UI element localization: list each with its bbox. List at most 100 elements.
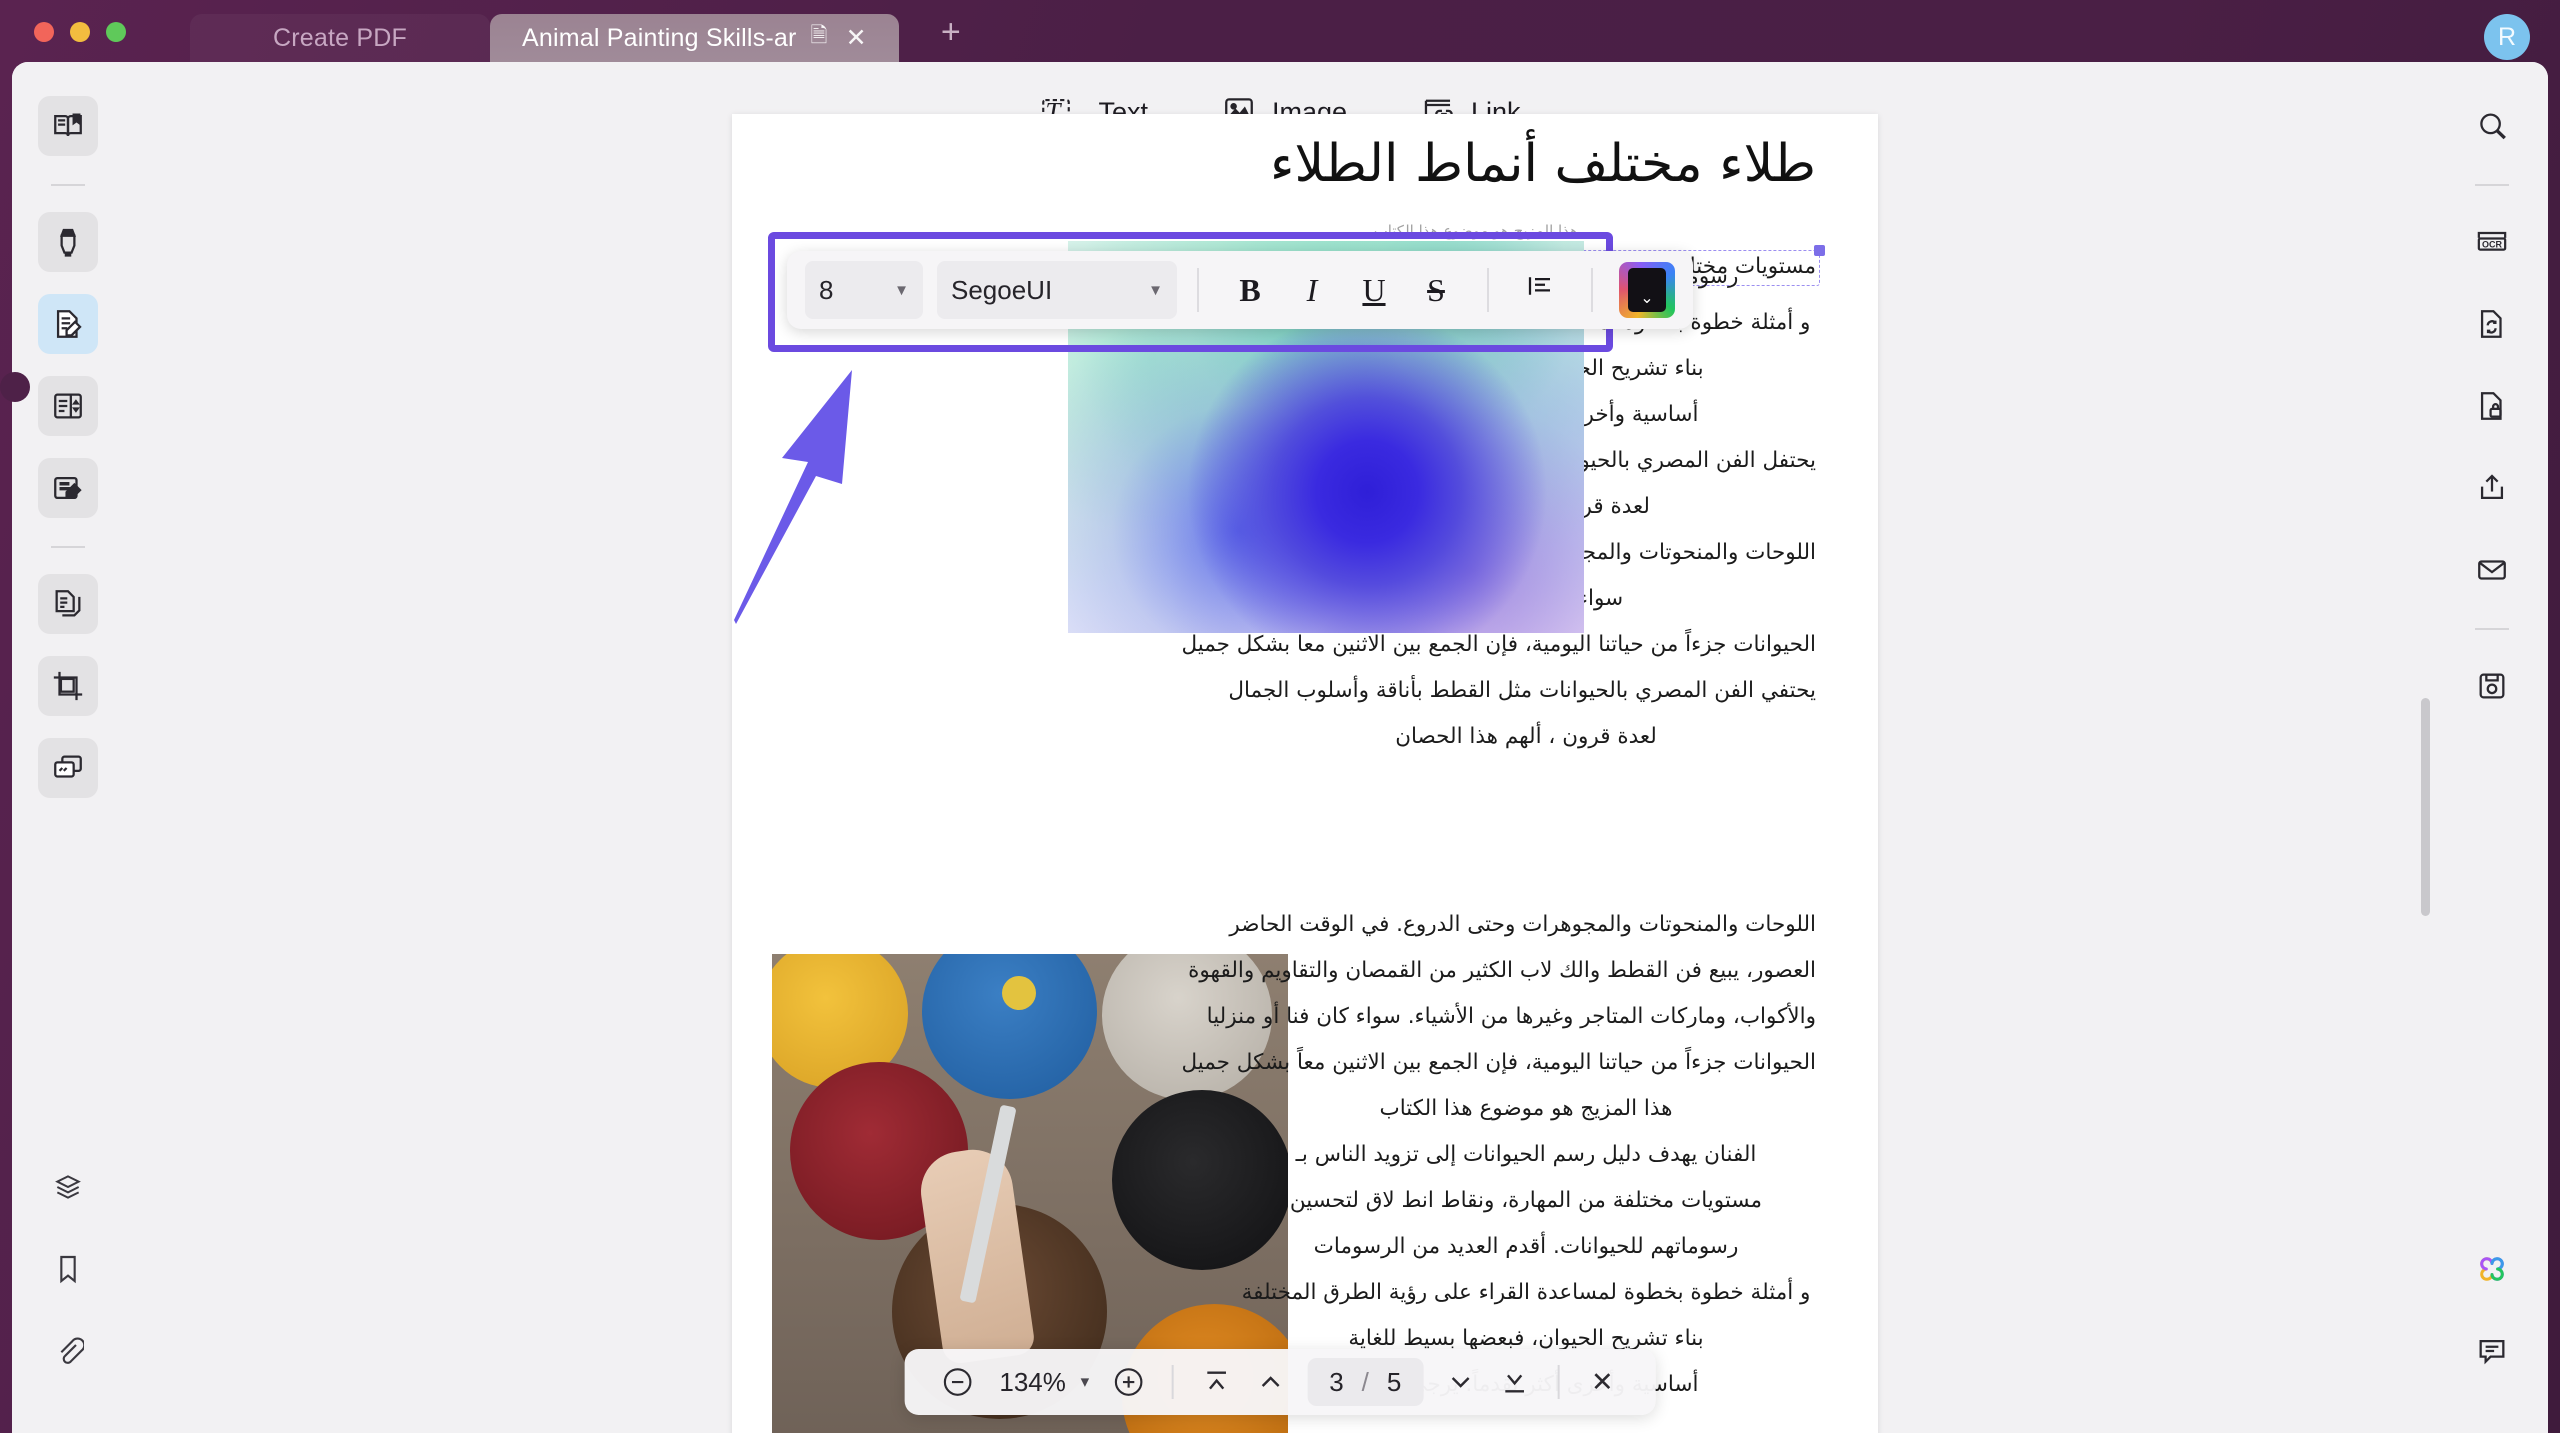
document-icon: 🗎 xyxy=(810,23,828,47)
tab-create-pdf-label: Create PDF xyxy=(273,23,407,52)
previous-page-button[interactable] xyxy=(1243,1355,1297,1409)
next-page-button[interactable] xyxy=(1433,1355,1487,1409)
sidebar-item-crop-tool[interactable] xyxy=(38,656,98,716)
sidebar-item-attachments[interactable] xyxy=(38,1321,98,1381)
comment-icon xyxy=(2475,1334,2509,1368)
tab-animal-painting-skills[interactable]: Animal Painting Skills-ar 🗎 ✕ xyxy=(490,14,899,62)
save-disk-icon xyxy=(2475,669,2509,703)
page-number-field[interactable]: 3 / 5 xyxy=(1307,1358,1424,1406)
close-window-button[interactable] xyxy=(34,22,54,42)
text-line: الفنان يهدف دليل رسم الحيوانات إلى تزويد… xyxy=(1295,1142,1757,1167)
zoom-out-button[interactable] xyxy=(931,1355,985,1409)
bucket-blue xyxy=(922,954,1097,1099)
maximize-window-button[interactable] xyxy=(106,22,126,42)
text-line: يحتفي الفن المصري بالحيوانات مثل القطط ب… xyxy=(1228,678,1816,703)
text-line: العصور، يبيع فن القطط والك لاب الكثير من… xyxy=(1188,958,1816,983)
divider xyxy=(2475,184,2509,186)
avatar[interactable]: R xyxy=(2484,14,2530,60)
sidebar-item-highlight-tool[interactable] xyxy=(38,212,98,272)
search-icon xyxy=(2475,109,2509,143)
envelope-icon xyxy=(2475,553,2509,587)
rail-edge-decoration xyxy=(0,372,30,402)
last-page-button[interactable] xyxy=(1487,1355,1541,1409)
strikethrough-button[interactable]: S xyxy=(1405,261,1467,319)
total-pages-value: 5 xyxy=(1386,1366,1402,1397)
first-page-button[interactable] xyxy=(1189,1355,1243,1409)
share-upload-icon xyxy=(2475,471,2509,505)
sidebar-item-bookmarks[interactable] xyxy=(38,1239,98,1299)
title-bar: Create PDF Animal Painting Skills-ar 🗎 ✕… xyxy=(0,0,2560,62)
page-title: طلاء مختلف أنماط الطلاء xyxy=(1270,134,1816,194)
window-controls[interactable] xyxy=(34,22,126,42)
document-pencil-icon xyxy=(51,307,85,341)
close-icon[interactable]: ✕ xyxy=(846,23,867,53)
align-left-icon xyxy=(1524,271,1556,309)
document-refresh-icon xyxy=(2475,307,2509,341)
font-size-value: 8 xyxy=(819,274,834,305)
zoom-in-button[interactable] xyxy=(1101,1355,1155,1409)
tab-strip: Create PDF Animal Painting Skills-ar 🗎 ✕… xyxy=(190,13,973,62)
underline-button[interactable]: U xyxy=(1343,261,1405,319)
divider xyxy=(1171,1365,1174,1399)
new-tab-button[interactable]: + xyxy=(929,10,973,54)
chevron-down-icon: ▼ xyxy=(894,281,909,299)
font-family-select[interactable]: SegoeUI ▼ xyxy=(937,261,1177,319)
sidebar-item-share[interactable] xyxy=(2462,458,2522,518)
sidebar-item-edit-tool[interactable] xyxy=(38,294,98,354)
text-column-bottom[interactable]: اللوحات والمنحوتات والمجوهرات وحتى الدرو… xyxy=(1181,902,1816,1408)
text-line: هذا المزيج هو موضوع هذا الكتاب xyxy=(1379,1096,1673,1121)
vertical-scrollbar[interactable] xyxy=(2421,698,2430,916)
text-line: الحيوانات جزءاً من حياتنا اليومية، فإن ا… xyxy=(1181,1050,1816,1075)
paperclip-icon xyxy=(52,1335,84,1367)
pointer-arrow-annotation xyxy=(724,362,864,637)
document-canvas[interactable]: T Text Image Link طلاء مختلف أنماط الطلا… xyxy=(124,62,2436,1433)
book-open-icon xyxy=(51,109,85,143)
bold-button[interactable]: B xyxy=(1219,261,1281,319)
sidebar-item-ai-assistant[interactable] xyxy=(2462,1239,2522,1299)
crop-icon xyxy=(51,669,85,703)
divider xyxy=(51,546,85,548)
sidebar-item-comments[interactable] xyxy=(2462,1321,2522,1381)
text-line: والأكواب، وماركات المتاجر وغيرها من الأش… xyxy=(1206,1004,1816,1029)
document-copy-icon xyxy=(51,587,85,621)
zoom-chevron-down-icon[interactable]: ▾ xyxy=(1081,1372,1090,1392)
divider xyxy=(1487,268,1489,312)
tab-create-pdf[interactable]: Create PDF xyxy=(190,14,490,62)
align-button[interactable] xyxy=(1509,261,1571,319)
page-separator: / xyxy=(1361,1366,1369,1397)
zoom-level-value[interactable]: 134% xyxy=(985,1367,1081,1398)
text-line: مستويات مختلفة من المهارة، ونقاط انط لاق… xyxy=(1289,1188,1763,1213)
right-toolbar: OCR xyxy=(2436,62,2548,1433)
font-size-select[interactable]: 8 ▼ xyxy=(805,261,923,319)
divider xyxy=(1591,268,1593,312)
sidebar-item-background-tool[interactable] xyxy=(38,738,98,798)
close-page-bar-button[interactable]: ✕ xyxy=(1575,1355,1629,1409)
bookmark-icon xyxy=(52,1253,84,1285)
sidebar-item-reader-view[interactable] xyxy=(38,96,98,156)
highlighter-icon xyxy=(51,225,85,259)
sidebar-item-page-organize[interactable] xyxy=(38,376,98,436)
current-page-value: 3 xyxy=(1329,1366,1344,1397)
page-navigation-bar: 134% ▾ 3 / 5 ✕ xyxy=(904,1349,1656,1415)
sidebar-item-layers[interactable] xyxy=(38,1157,98,1217)
cards-stack-icon xyxy=(51,751,85,785)
sidebar-item-annotate-tool[interactable] xyxy=(38,458,98,518)
layers-icon xyxy=(52,1171,84,1203)
sidebar-item-ocr[interactable]: OCR xyxy=(2462,212,2522,272)
sidebar-item-convert[interactable] xyxy=(2462,294,2522,354)
sidebar-item-search[interactable] xyxy=(2462,96,2522,156)
tab-animal-painting-skills-label: Animal Painting Skills-ar xyxy=(522,23,797,52)
sidebar-item-protect[interactable] xyxy=(2462,376,2522,436)
format-toolbar: 8 ▼ SegoeUI ▼ B I U S ⌄ xyxy=(787,251,1693,329)
sidebar-item-email[interactable] xyxy=(2462,540,2522,600)
main-shell: T Text Image Link طلاء مختلف أنماط الطلا… xyxy=(0,62,2548,1433)
svg-text:OCR: OCR xyxy=(2482,240,2503,250)
italic-button[interactable]: I xyxy=(1281,261,1343,319)
ocr-icon: OCR xyxy=(2474,225,2510,259)
font-family-value: SegoeUI xyxy=(951,274,1053,305)
sidebar-item-save[interactable] xyxy=(2462,656,2522,716)
minimize-window-button[interactable] xyxy=(70,22,90,42)
sidebar-item-extract-pages[interactable] xyxy=(38,574,98,634)
text-line: اللوحات والمنحوتات والمجوهرات وحتى الدرو… xyxy=(1229,912,1816,937)
text-color-button[interactable]: ⌄ xyxy=(1619,262,1675,318)
